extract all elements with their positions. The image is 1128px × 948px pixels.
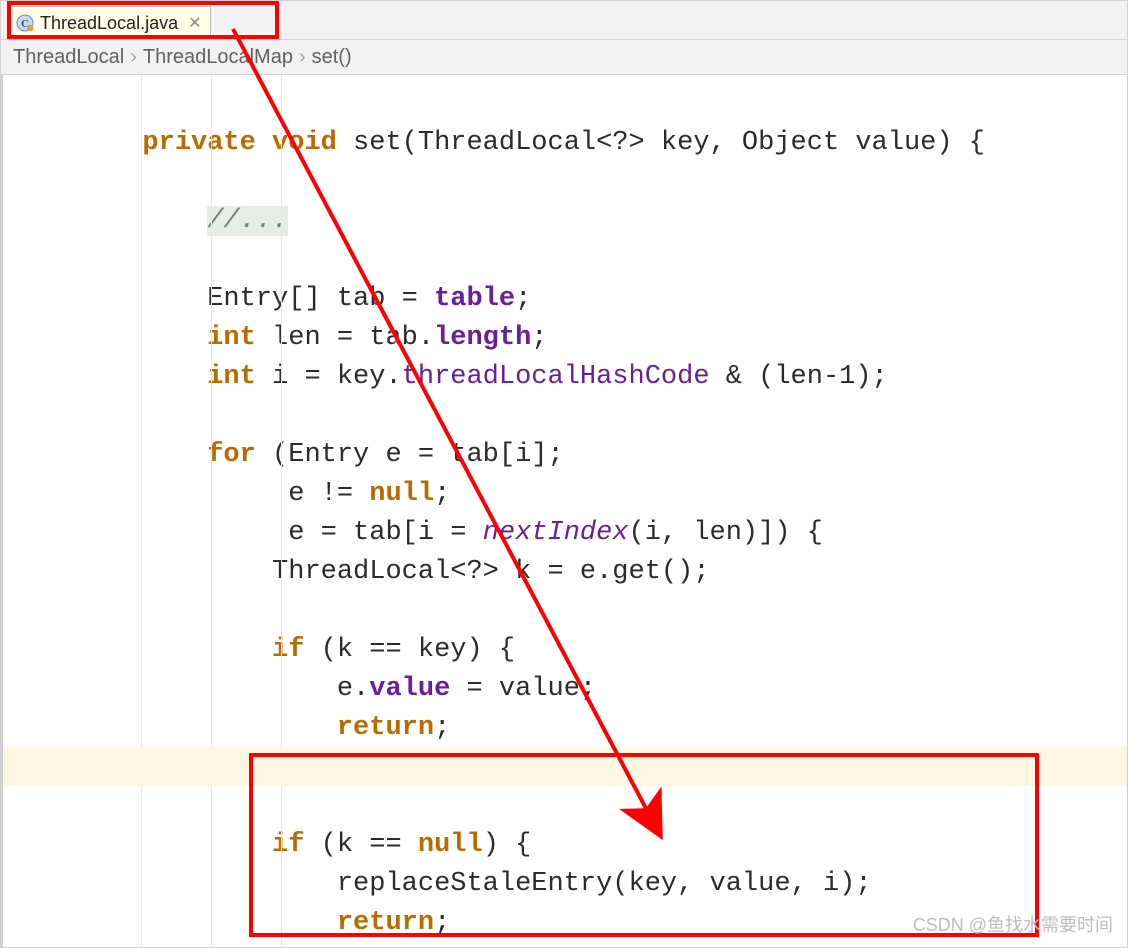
code-line: e != null; [29, 479, 450, 509]
breadcrumb-method[interactable]: set() [312, 46, 352, 69]
gutter [1, 75, 3, 948]
ide-frame: C ThreadLocal.java ✕ ThreadLocal › Threa… [0, 0, 1128, 948]
code-line: replaceStaleEntry(key, value, i); [29, 869, 872, 899]
breadcrumb[interactable]: ThreadLocal › ThreadLocalMap › set() [1, 40, 1127, 75]
code-content: private void set(ThreadLocal<?> key, Obj… [1, 85, 1127, 948]
indent-guide [141, 75, 142, 948]
breadcrumb-class[interactable]: ThreadLocal [13, 46, 124, 69]
indent-guide [281, 75, 282, 948]
code-line [29, 245, 45, 275]
file-tab-label: ThreadLocal.java [40, 13, 178, 34]
code-line [29, 401, 45, 431]
code-line: return; [29, 713, 450, 743]
code-line: for (Entry e = tab[i]; [29, 440, 564, 470]
code-line: ThreadLocal<?> k = e.get(); [29, 557, 710, 587]
chevron-right-icon: › [130, 46, 137, 69]
highlighted-line [4, 747, 1127, 786]
code-line: if (k == key) { [29, 635, 515, 665]
code-line: int len = tab.length; [29, 323, 548, 353]
code-line: //... [29, 206, 288, 236]
close-icon[interactable]: ✕ [188, 13, 201, 33]
code-line [29, 167, 45, 197]
code-line: e.value = value; [29, 674, 596, 704]
chevron-right-icon: › [299, 46, 306, 69]
code-line: private void set(ThreadLocal<?> key, Obj… [29, 128, 985, 158]
code-line: e = tab[i = nextIndex(i, len)]) { [29, 518, 823, 548]
code-line: return; [29, 908, 450, 938]
watermark: CSDN @鱼找水需要时间 [913, 911, 1113, 937]
indent-guide [211, 75, 212, 948]
breadcrumb-inner-class[interactable]: ThreadLocalMap [143, 46, 293, 69]
code-line [29, 596, 45, 626]
code-line [29, 791, 45, 821]
code-editor[interactable]: private void set(ThreadLocal<?> key, Obj… [1, 75, 1127, 948]
class-file-icon: C [16, 14, 34, 32]
file-tab-threadlocal[interactable]: C ThreadLocal.java ✕ [9, 6, 211, 39]
tab-bar: C ThreadLocal.java ✕ [1, 1, 1127, 40]
code-line: int i = key.threadLocalHashCode & (len-1… [29, 362, 888, 392]
